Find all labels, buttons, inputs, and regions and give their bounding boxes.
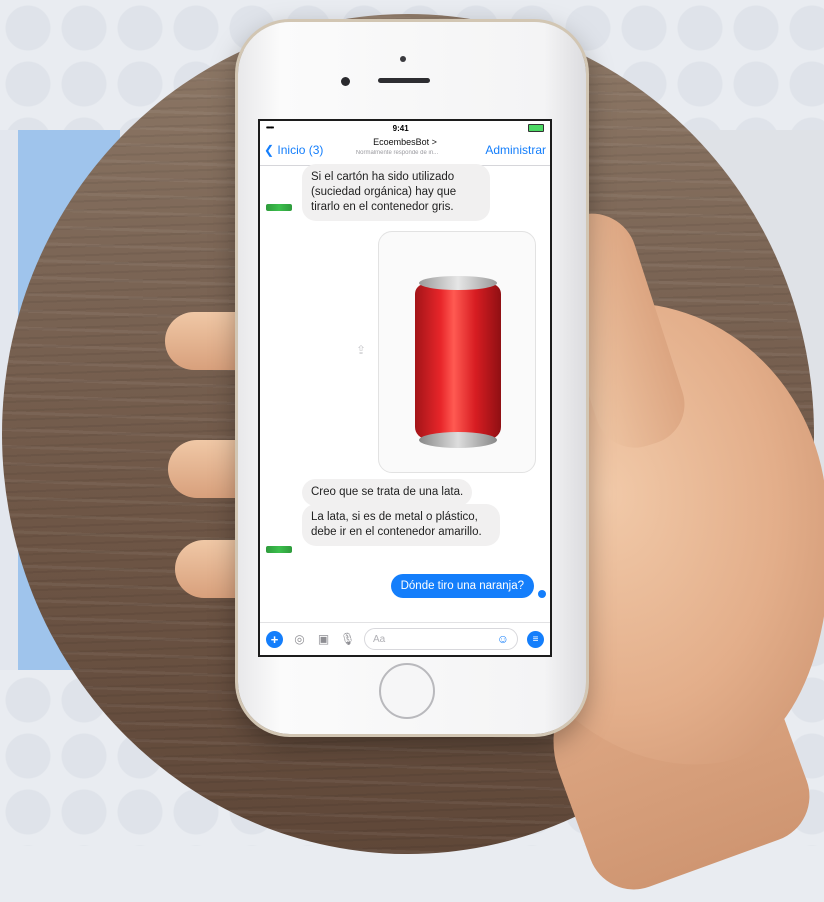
share-icon[interactable]: ⇪: [356, 343, 368, 357]
status-bar: ••••• 9:41: [260, 121, 550, 135]
status-time: 9:41: [392, 123, 409, 133]
signal-indicator: •••••: [266, 124, 274, 132]
gallery-icon[interactable]: ▣: [316, 632, 331, 646]
smartphone: ••••• 9:41 ❮ Inicio (3) EcoembesBot > No…: [238, 22, 586, 734]
admin-button[interactable]: Administrar: [485, 143, 546, 157]
soda-can-lid: [419, 276, 497, 290]
message-placeholder: Aa: [373, 633, 386, 645]
emoji-icon[interactable]: ☺: [497, 632, 509, 646]
microphone-icon[interactable]: 🎙: [340, 632, 355, 646]
bot-avatar: [266, 546, 292, 553]
phone-screen: ••••• 9:41 ❮ Inicio (3) EcoembesBot > No…: [258, 119, 552, 657]
user-image-message[interactable]: [378, 231, 536, 473]
soda-can-image: [415, 284, 501, 439]
chat-thread[interactable]: Si el cartón ha sido utilizado (suciedad…: [260, 164, 550, 612]
menu-icon[interactable]: ≡: [527, 630, 544, 648]
plus-icon[interactable]: +: [266, 630, 283, 648]
messenger-nav-bar: ❮ Inicio (3) EcoembesBot > Normalmente r…: [260, 135, 550, 166]
chevron-right-icon: >: [431, 137, 437, 147]
user-message: Dónde tiro una naranja?: [390, 574, 534, 598]
message-input[interactable]: Aa ☺: [364, 628, 518, 650]
earpiece-speaker: [378, 78, 430, 83]
camera-icon[interactable]: ◎: [292, 632, 307, 646]
battery-icon: [528, 124, 544, 132]
bot-message: Creo que se trata de una lata.: [302, 479, 473, 506]
soda-can-base: [419, 432, 497, 448]
proximity-sensor: [400, 56, 406, 62]
bot-avatar: [266, 204, 292, 211]
bot-message: Si el cartón ha sido utilizado (suciedad…: [302, 164, 490, 221]
message-composer: + ◎ ▣ 🎙 Aa ☺ ≡: [260, 622, 550, 655]
bot-message: La lata, si es de metal o plástico, debe…: [302, 504, 500, 546]
bot-name: EcoembesBot: [373, 137, 430, 147]
home-button[interactable]: [379, 663, 435, 719]
read-receipt-icon: [538, 590, 546, 598]
front-camera: [341, 77, 350, 86]
response-time-subtitle: Normalmente responde de in...: [355, 150, 439, 156]
